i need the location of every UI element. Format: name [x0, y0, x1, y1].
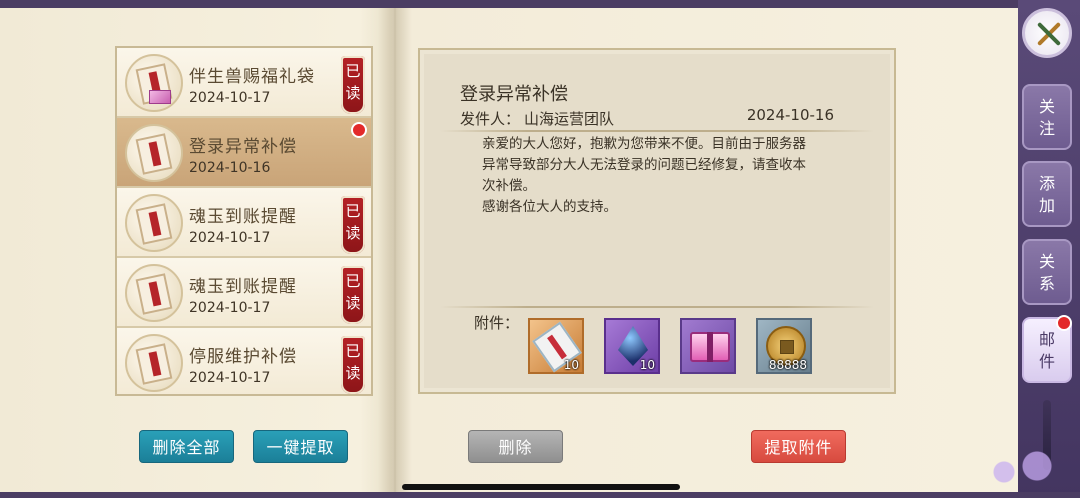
- read-tag: 已读: [341, 196, 365, 254]
- attachments-label: 附件：: [474, 314, 520, 332]
- mail-date: 2024-10-17: [189, 370, 271, 386]
- letter-mail-icon: [125, 334, 183, 392]
- mail-title: 魂玉到账提醒: [189, 207, 297, 227]
- tab-mail[interactable]: 邮 件: [1022, 315, 1072, 383]
- tab-label: 加: [1038, 196, 1055, 215]
- home-indicator[interactable]: [402, 484, 680, 490]
- mail-item[interactable]: 魂玉到账提醒 2024-10-17 已读: [117, 258, 371, 328]
- top-border: [0, 0, 1030, 8]
- mail-detail-title: 登录异常补偿: [460, 84, 568, 105]
- mail-date: 2024-10-17: [189, 230, 271, 246]
- chest-icon: [690, 332, 730, 362]
- book-spine: [378, 8, 412, 492]
- notification-dot-icon: [1056, 315, 1072, 331]
- mail-item[interactable]: 魂玉到账提醒 2024-10-17 已读: [117, 188, 371, 258]
- attachment-slot[interactable]: [680, 318, 736, 374]
- delete-all-button[interactable]: 删除全部: [139, 430, 234, 463]
- mail-title: 魂玉到账提醒: [189, 277, 297, 297]
- divider: [440, 130, 874, 132]
- gift-bag-mail-icon: [125, 54, 183, 112]
- tab-label: 件: [1038, 352, 1055, 371]
- mail-body: 亲爱的大人您好，抱歉为您带来不便。目前由于服务器 异常导致部分大人无法登录的问题…: [482, 134, 852, 218]
- sender-name: 山海运营团队: [524, 110, 615, 128]
- mail-item-selected[interactable]: 登录异常补偿 2024-10-16: [117, 118, 371, 188]
- mail-title: 伴生兽赐福礼袋: [189, 67, 315, 87]
- read-tag: 已读: [341, 336, 365, 394]
- tab-label: 注: [1038, 119, 1055, 138]
- mail-title: 登录异常补偿: [189, 137, 297, 157]
- attachment-slot[interactable]: 10: [604, 318, 660, 374]
- letter-mail-icon: [125, 264, 183, 322]
- tab-label: 邮: [1038, 330, 1055, 349]
- tab-add[interactable]: 添 加: [1022, 161, 1072, 227]
- mail-date: 2024-10-17: [189, 300, 271, 316]
- read-tag: 已读: [341, 56, 365, 114]
- mail-date: 2024-10-16: [189, 160, 271, 176]
- claim-attachments-button[interactable]: 提取附件: [751, 430, 846, 463]
- tab-label: 关: [1038, 252, 1055, 271]
- item-count: 10: [563, 358, 579, 372]
- mail-body-line: 亲爱的大人您好，抱歉为您带来不便。目前由于服务器: [482, 136, 806, 152]
- mail-item[interactable]: 伴生兽赐福礼袋 2024-10-17 已读: [117, 48, 371, 118]
- attachment-slot[interactable]: 88888: [756, 318, 812, 374]
- claim-all-button[interactable]: 一键提取: [253, 430, 348, 463]
- mail-detail-date: 2024-10-16: [746, 106, 834, 124]
- flower-decoration: [960, 430, 1070, 490]
- tab-label: 系: [1038, 274, 1055, 293]
- bottom-border: [0, 492, 1080, 498]
- item-count: 10: [639, 358, 655, 372]
- tab-label: 关: [1038, 97, 1055, 116]
- divider: [440, 306, 874, 308]
- tab-follow[interactable]: 关 注: [1022, 84, 1072, 150]
- mail-title: 停服维护补偿: [189, 347, 297, 367]
- mail-detail-panel: 登录异常补偿 发件人： 山海运营团队 2024-10-16 亲爱的大人您好，抱歉…: [418, 48, 896, 394]
- mail-body-line: 异常导致部分大人无法登录的问题已经修复，请查收本: [482, 157, 806, 173]
- read-tag: 已读: [341, 266, 365, 324]
- tab-relations[interactable]: 关 系: [1022, 239, 1072, 305]
- letter-mail-icon: [125, 124, 183, 182]
- close-button[interactable]: [1022, 8, 1072, 58]
- mail-date: 2024-10-17: [189, 90, 271, 106]
- item-count: 88888: [768, 358, 807, 372]
- mail-list[interactable]: 伴生兽赐福礼袋 2024-10-17 已读 登录异常补偿 2024-10-16 …: [115, 46, 373, 396]
- mail-body-line: 感谢各位大人的支持。: [482, 199, 617, 215]
- unread-dot-icon: [351, 122, 367, 138]
- attachment-slot[interactable]: 10: [528, 318, 584, 374]
- tab-label: 添: [1038, 174, 1055, 193]
- letter-mail-icon: [125, 194, 183, 252]
- mail-body-line: 次补偿。: [482, 178, 536, 194]
- mail-item[interactable]: 停服维护补偿 2024-10-17 已读: [117, 328, 371, 394]
- sender-label: 发件人：: [460, 110, 521, 128]
- delete-button[interactable]: 删除: [468, 430, 563, 463]
